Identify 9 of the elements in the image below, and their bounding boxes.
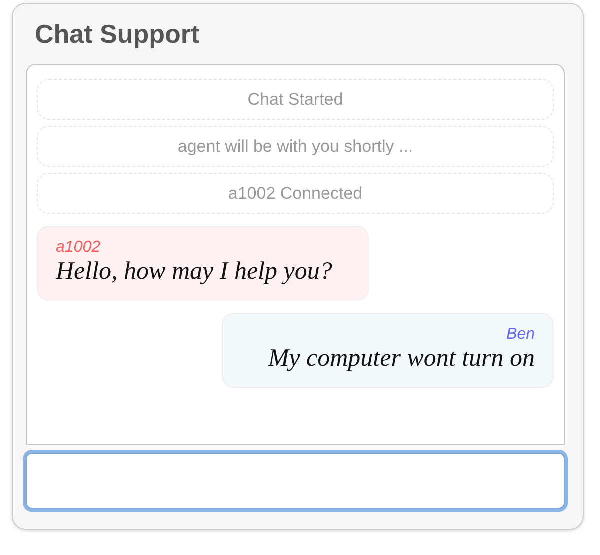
sender-name: Ben [506, 326, 535, 344]
system-notice: a1002 Connected [37, 173, 554, 214]
window-title: Chat Support [34, 18, 201, 50]
system-notice: agent will be with you shortly ... [37, 126, 554, 167]
message-text: My computer wont turn on [268, 344, 535, 374]
sender-name: a1002 [56, 239, 102, 257]
message-input[interactable] [26, 453, 565, 509]
system-notice: Chat Started [37, 79, 554, 120]
message-text: Hello, how may I help you? [56, 257, 334, 287]
